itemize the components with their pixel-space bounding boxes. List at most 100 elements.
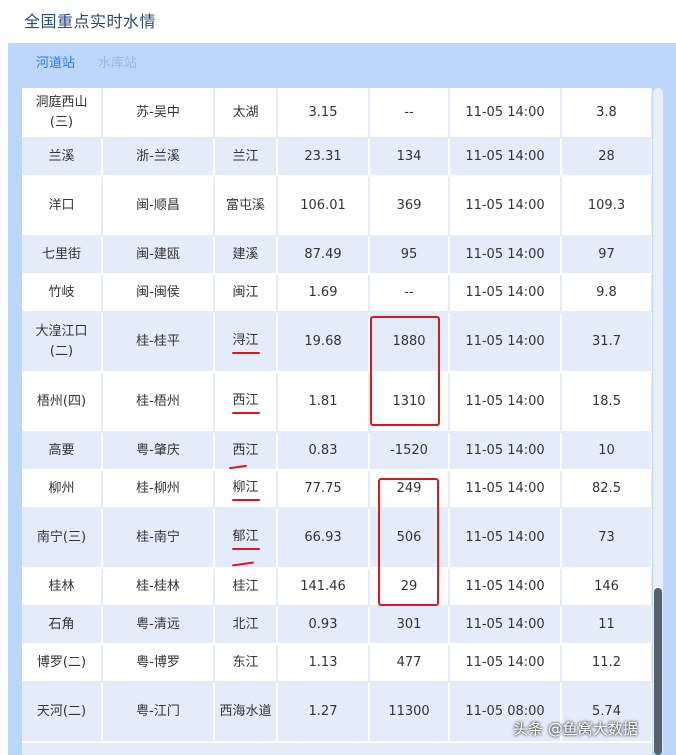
table-row[interactable]: 石角 粤-清远 北江 0.93 301 11-05 14:00 11 [22, 606, 652, 645]
table-row[interactable]: 竹岐 闽-闽侯 闽江 1.69 -- 11-05 14:00 9.8 [22, 274, 652, 313]
warning-level-cell: 146 [561, 568, 652, 607]
table-row[interactable]: 洋口 闽-顺昌 富屯溪 106.01 369 11-05 14:00 109.3 [22, 176, 652, 237]
river-cell: 兰江 [214, 138, 278, 177]
region-cell: 粤-博罗 [102, 644, 215, 683]
flow-cell: 477 [369, 644, 450, 683]
region-cell: 桂-梧州 [102, 372, 215, 433]
tab-reservoir-stations[interactable]: 水库站 [98, 52, 137, 71]
warning-level-cell: 10 [561, 432, 652, 471]
warning-level-cell-text: 18.5 [592, 394, 621, 409]
river-cell-text: 郁江 [232, 528, 259, 544]
flow-cell: 249 [369, 470, 450, 509]
station-cell: 柳州 [22, 470, 103, 509]
time-cell-text: 11-05 14:00 [465, 443, 545, 458]
time-cell-text: 11-05 14:00 [465, 394, 545, 409]
time-cell-text: 11-05 14:00 [465, 149, 545, 164]
warning-level-cell-text: 3.8 [596, 104, 617, 120]
water-level-cell: 1.13 [277, 644, 370, 683]
flow-cell-text: 506 [396, 530, 422, 545]
river-cell-text: 太湖 [232, 104, 259, 120]
station-cell: 桂林 [22, 568, 103, 607]
time-cell-text: 11-05 14:00 [465, 617, 545, 632]
table-row[interactable]: 梧州(四) 桂-梧州 西江 1.81 1310 11-05 14:00 18.5 [22, 372, 652, 433]
water-level-cell-text: 106.01 [300, 198, 346, 213]
table-row[interactable]: 高要 粤-肇庆 西江 0.83 -1520 11-05 14:00 10 [22, 432, 652, 471]
time-cell-text: 11-05 14:00 [465, 481, 545, 496]
tab-river-stations[interactable]: 河道站 [36, 52, 75, 71]
warning-level-cell: 82.5 [561, 470, 652, 509]
station-cell: 高要 [22, 432, 103, 471]
time-cell-text: 11-05 14:00 [465, 247, 545, 262]
region-cell: 桂-桂平 [102, 312, 215, 373]
warning-level-cell: 11.2 [561, 644, 652, 683]
table-row[interactable]: 柳州 桂-柳州 柳江 77.75 249 11-05 14:00 82.5 [22, 470, 652, 509]
warning-level-cell-text: 82.5 [592, 481, 621, 496]
flow-cell-text: 301 [396, 617, 422, 632]
time-cell: 11-05 14:00 [449, 88, 562, 139]
river-cell: 西江 [214, 372, 278, 433]
warning-level-cell-text: 10 [598, 443, 615, 458]
region-cell: 闽-闽侯 [102, 274, 215, 313]
station-cell: 兰溪 [22, 138, 103, 177]
station-cell-text: 柳州 [48, 481, 75, 496]
table-row[interactable]: 兰溪 浙-兰溪 兰江 23.31 134 11-05 14:00 28 [22, 138, 652, 177]
water-level-cell: 19.68 [277, 312, 370, 373]
flow-cell: 29 [369, 568, 450, 607]
vertical-scrollbar[interactable] [653, 88, 663, 755]
table-row[interactable]: 桂林 桂-桂林 桂江 141.46 29 11-05 14:00 146 [22, 568, 652, 607]
river-cell-text: 西海水道 [219, 704, 272, 719]
water-level-cell: 0.93 [277, 606, 370, 645]
table-row[interactable]: 南宁(三) 桂-南宁 郁江 66.93 506 11-05 14:00 73 [22, 508, 652, 569]
water-level-table[interactable]: 洞庭西山(三) 苏-吴中 太湖 3.15 -- 11-05 14:00 3.8 兰溪 浙-兰溪兰… [22, 88, 652, 755]
warning-level-cell: 11 [561, 606, 652, 645]
station-cell-text: 大湟江口(二) [35, 324, 88, 359]
table-row[interactable]: 大湟江口(二) 桂-桂平 浔江 19.68 1880 11-05 14:00 31.7 [22, 312, 652, 373]
warning-level-cell-text: 31.7 [592, 334, 621, 349]
river-cell: 浔江 [214, 312, 278, 373]
water-level-cell: 141.46 [277, 568, 370, 607]
table-row[interactable]: 洞庭西山(三) 苏-吴中 太湖 3.15 -- 11-05 14:00 3.8 [22, 88, 652, 139]
time-cell: 11-05 14:00 [449, 236, 562, 275]
flow-cell: -1520 [369, 432, 450, 471]
region-cell-text: 粤-清远 [136, 617, 180, 632]
station-cell-text: 梧州(四) [36, 394, 87, 409]
region-cell: 闽-顺昌 [102, 176, 215, 237]
river-cell-text: 闽江 [232, 285, 259, 300]
flow-cell: -- [369, 88, 450, 139]
time-cell-text: 11-05 14:00 [465, 530, 545, 545]
station-cell-text: 竹岐 [48, 285, 75, 300]
river-cell-text: 西江 [232, 443, 259, 458]
flow-cell-text: 477 [396, 655, 422, 670]
water-level-cell-text: 0.83 [308, 443, 338, 458]
flow-cell: 1310 [369, 372, 450, 433]
station-cell-text: 洞庭西山(三) [35, 94, 88, 130]
water-level-cell-text: 3.15 [308, 104, 338, 120]
warning-level-cell-text: 5.74 [592, 704, 621, 719]
warning-level-cell-text: 28 [598, 149, 615, 164]
table-row[interactable]: 七里街 闽-建瓯 建溪 87.49 95 11-05 14:00 97 [22, 236, 652, 275]
time-cell: 11-05 14:00 [449, 568, 562, 607]
scrollbar-thumb[interactable] [654, 588, 662, 755]
flow-cell-text: 29 [400, 579, 418, 594]
flow-cell-text: -1520 [390, 443, 428, 458]
river-cell: 北江 [214, 606, 278, 645]
station-cell-text: 洋口 [48, 198, 75, 213]
table-row[interactable]: 博罗(二) 粤-博罗 东江 1.13 477 11-05 14:00 11.2 [22, 644, 652, 683]
water-level-cell: 1.81 [277, 372, 370, 433]
river-cell-text: 桂江 [232, 579, 259, 594]
station-cell-text: 高要 [48, 443, 75, 458]
station-cell-text: 桂林 [48, 579, 75, 594]
river-cell: 闽江 [214, 274, 278, 313]
flow-cell: 95 [369, 236, 450, 275]
region-cell-text: 闽-顺昌 [136, 198, 180, 213]
warning-level-cell: 18.5 [561, 372, 652, 433]
time-cell-text: 11-05 08:00 [465, 704, 545, 719]
river-cell: 建溪 [214, 236, 278, 275]
river-cell-text: 富屯溪 [225, 198, 265, 213]
annotation-underline [231, 498, 260, 501]
river-cell-text: 柳江 [232, 479, 259, 495]
water-level-cell-text: 1.69 [308, 285, 338, 300]
region-cell: 闽-建瓯 [102, 236, 215, 275]
river-cell-text: 兰江 [232, 149, 259, 164]
time-cell: 11-05 14:00 [449, 138, 562, 177]
